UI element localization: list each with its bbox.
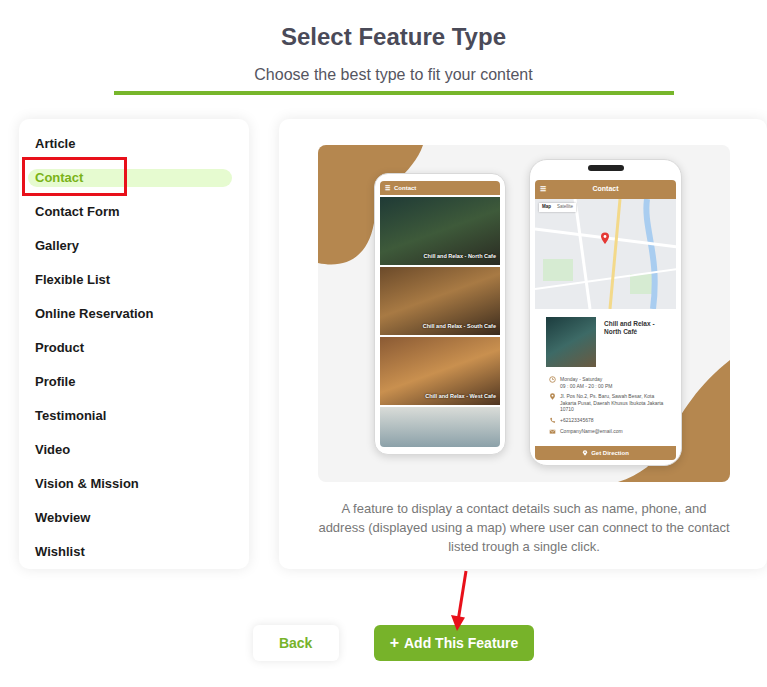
feature-type-list: Article Contact Contact Form Gallery Flexibl… — [19, 119, 249, 569]
feature-type-item[interactable]: Wishlist — [28, 535, 232, 569]
get-direction-button: Get Direction — [535, 446, 676, 460]
feature-type-label[interactable]: Online Reservation — [28, 305, 232, 323]
feature-type-item[interactable]: Testimonial — [28, 399, 232, 433]
feature-type-label[interactable]: Contact Form — [28, 203, 232, 221]
feature-type-label[interactable]: Gallery — [28, 237, 232, 255]
feature-type-item[interactable]: Gallery — [28, 229, 232, 263]
phone-notch — [588, 165, 624, 171]
feature-type-item[interactable]: Profile — [28, 365, 232, 399]
highlight-box — [22, 157, 127, 196]
contact-name: Chill and Relax - South Cafe — [423, 322, 496, 330]
feature-type-label[interactable]: Flexible List — [28, 271, 232, 289]
app-header: ☰Contact — [535, 180, 676, 199]
main-area: Article Contact Contact Form Gallery Flexibl… — [0, 119, 767, 569]
feature-type-label[interactable]: Wishlist — [28, 543, 232, 561]
hours: Monday - Saturday09 : 00 AM - 20 : 00 PM — [560, 376, 613, 389]
feature-preview-panel: ☰ContactChill and Relax - North CafeChil… — [279, 119, 767, 569]
location-pin-icon — [549, 393, 556, 400]
feature-type-label[interactable]: Article — [28, 135, 232, 153]
map-type-tab[interactable]: Satellite — [554, 203, 576, 212]
email: CompanyName@email.com — [560, 428, 623, 435]
contact-list-item: Chill and Relax - North Cafe — [380, 197, 500, 265]
email-row: CompanyName@email.com — [535, 428, 676, 435]
feature-type-item[interactable]: Online Reservation — [28, 297, 232, 331]
menu-icon: ☰ — [540, 184, 546, 195]
hours-line: Monday - Saturday — [560, 376, 613, 383]
feature-type-label[interactable]: Contact — [28, 169, 232, 187]
contact-card: Chill and Relax - North Café — [535, 309, 676, 367]
phone-screen: ☰ Contact Chill and Relax - North Cafe Chil… — [380, 181, 500, 447]
button-label: Add This Feature — [404, 633, 518, 654]
mail-icon — [549, 428, 556, 435]
feature-type-item[interactable]: Video — [28, 433, 232, 467]
contact-name: Chill and Relax - West Cafe — [425, 392, 496, 400]
contact-list-item: Chill and Relax - South Cafe — [380, 267, 500, 335]
phone-row: +62123345678 — [535, 417, 676, 424]
contact-list-item: Chill and Relax - West Cafe — [380, 337, 500, 405]
photo — [546, 317, 596, 367]
feature-description: A feature to display a contact details s… — [318, 499, 730, 556]
preview-image: ☰ContactChill and Relax - North CafeChil… — [318, 145, 730, 482]
feature-type-item[interactable]: Contact Form — [28, 195, 232, 229]
contact-name: Chill and Relax - North Café — [604, 317, 668, 367]
plus-icon: + — [390, 635, 399, 651]
feature-type-label[interactable]: Product — [28, 339, 232, 357]
button-label: Back — [279, 633, 312, 654]
feature-type-item[interactable]: Article — [28, 127, 232, 161]
page: Select Feature Type Choose the best type … — [0, 0, 767, 687]
hours-row: Monday - Saturday09 : 00 AM - 20 : 00 PM — [535, 376, 676, 389]
title-underline — [114, 91, 674, 95]
photo — [380, 407, 500, 447]
menu-icon: ☰ — [385, 184, 390, 193]
page-title: Select Feature Type — [20, 0, 767, 52]
phone-mockup-list: ☰ Contact Chill and Relax - North Cafe Chil… — [374, 173, 506, 455]
phone-screen: ☰Contact MapSatellite Chill and Relax - No… — [535, 180, 676, 460]
add-feature-button[interactable]: + Add This Feature — [374, 625, 535, 661]
feature-type-item[interactable]: Vision & Mission — [28, 467, 232, 501]
button-row: Back + Add This Feature — [0, 625, 767, 661]
hours-line: 09 : 00 AM - 20 : 00 PM — [560, 383, 613, 390]
phone-mockup-detail: ☰Contact MapSatellite Chill and Relax - No… — [529, 159, 682, 466]
clock-icon — [549, 376, 556, 383]
phone-icon — [549, 417, 556, 424]
feature-type-item[interactable]: Contact — [28, 161, 232, 195]
feature-type-label[interactable]: Webview — [28, 509, 232, 527]
map-type-tabs: MapSatellite — [539, 203, 576, 212]
app-title: Contact — [546, 184, 671, 195]
header: Select Feature Type Choose the best type … — [0, 0, 767, 95]
feature-type-label[interactable]: Testimonial — [28, 407, 232, 425]
page-subtitle: Choose the best type to fit your content — [20, 65, 767, 85]
address-row: Jl. Pos No.2, Ps. Baru, Sawah Besar, Kot… — [535, 393, 676, 413]
feature-type-label[interactable]: Video — [28, 441, 232, 459]
phone-number: +62123345678 — [560, 417, 594, 424]
feature-type-item[interactable]: Webview — [28, 501, 232, 535]
feature-type-item[interactable]: Product — [28, 331, 232, 365]
back-button[interactable]: Back — [253, 625, 339, 661]
app-header: ☰ Contact — [380, 181, 500, 195]
feature-type-item[interactable]: Flexible List — [28, 263, 232, 297]
address: Jl. Pos No.2, Ps. Baru, Sawah Besar, Kot… — [560, 393, 668, 413]
app-title: Contact — [394, 184, 416, 193]
feature-type-label[interactable]: Vision & Mission — [28, 475, 232, 493]
map-type-tab[interactable]: Map — [539, 203, 554, 212]
button-label: Get Direction — [591, 449, 629, 458]
feature-type-label[interactable]: Profile — [28, 373, 232, 391]
contact-name: Chill and Relax - North Cafe — [424, 252, 496, 260]
map: MapSatellite — [535, 199, 676, 309]
location-pin-icon — [582, 450, 588, 456]
